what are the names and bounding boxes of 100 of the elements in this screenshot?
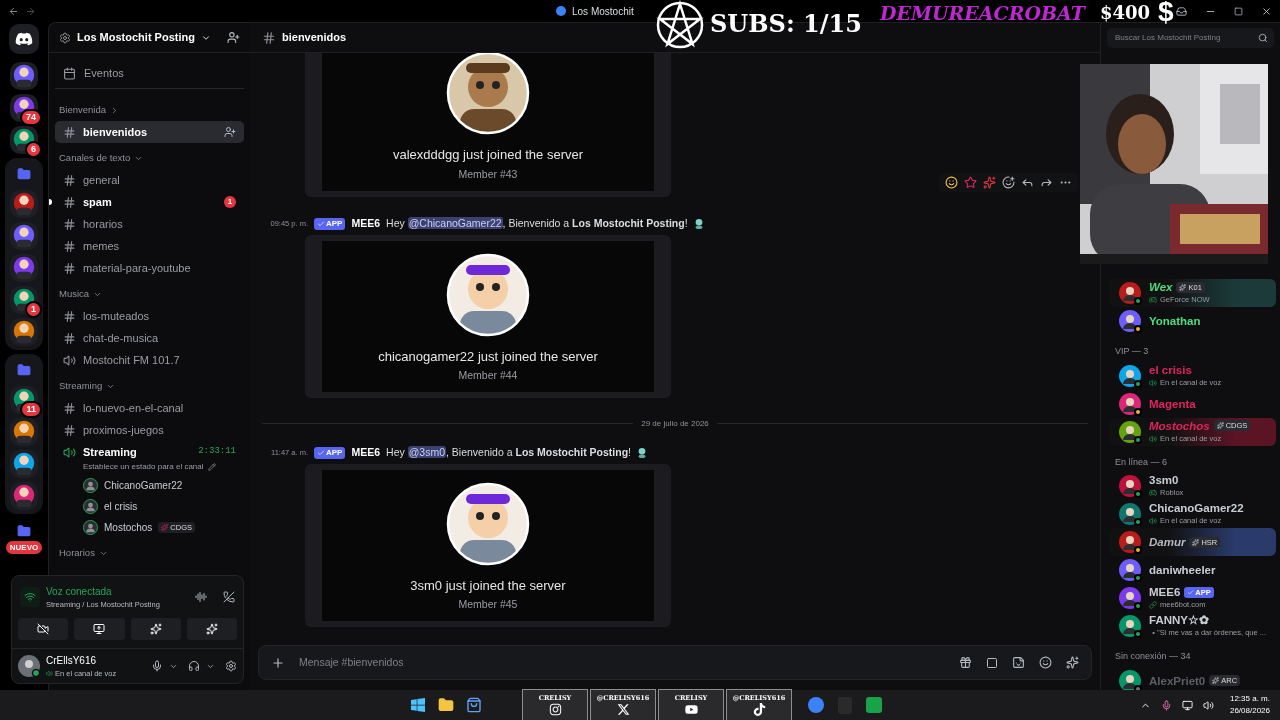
server-name[interactable]: Los Mostochit Posting — [77, 29, 195, 46]
disconnect-icon[interactable] — [223, 590, 235, 603]
channel-item[interactable]: chat-de-musica — [55, 327, 244, 349]
forward-icon[interactable] — [1040, 176, 1053, 189]
inbox-icon[interactable] — [1176, 5, 1187, 17]
server-icon[interactable] — [10, 418, 38, 446]
chevron-icon — [110, 105, 119, 115]
reply-icon[interactable] — [1021, 176, 1034, 189]
add-icon[interactable] — [271, 655, 285, 670]
channel-item[interactable]: memes — [55, 235, 244, 257]
channel-item[interactable]: lo-nuevo-en-el-canal — [55, 397, 244, 419]
back-icon[interactable] — [8, 5, 19, 17]
user-mention[interactable]: @ChicanoGamer22 — [407, 216, 503, 229]
emoji-icon[interactable] — [945, 176, 958, 189]
folder-icon[interactable] — [17, 167, 31, 181]
settings-icon[interactable] — [225, 660, 237, 672]
server-icon[interactable] — [10, 62, 38, 90]
folder-icon[interactable] — [17, 524, 31, 538]
avatar — [1119, 559, 1141, 581]
invite-icon[interactable] — [224, 126, 236, 138]
composer-bar[interactable]: Mensaje #bienvenidos — [258, 645, 1092, 680]
network-icon[interactable] — [1181, 699, 1193, 711]
clock-date[interactable]: 26/08/2026 — [1229, 705, 1270, 717]
category-header[interactable]: Bienvenida — [55, 99, 244, 121]
soundboard-button[interactable] — [186, 618, 237, 640]
star-icon[interactable] — [964, 176, 977, 189]
activities-button[interactable] — [130, 618, 181, 640]
file-explorer-icon[interactable] — [438, 697, 454, 713]
hash-icon — [63, 173, 76, 187]
camera-button[interactable] — [18, 618, 69, 640]
server-icon[interactable] — [10, 482, 38, 510]
voice-user[interactable]: ChicanoGamer22 — [55, 475, 244, 496]
user-mention[interactable]: @3sm0 — [407, 445, 446, 458]
maximize-icon[interactable] — [1234, 6, 1243, 16]
start-icon[interactable] — [410, 697, 426, 713]
noise-icon[interactable] — [195, 590, 207, 603]
server-folder[interactable]: 11 — [5, 354, 43, 514]
share-screen-button[interactable] — [74, 618, 125, 640]
member-item[interactable]: daniwheeler — [1109, 556, 1276, 584]
server-icon[interactable] — [10, 222, 38, 250]
voice-channel[interactable]: Streaming 2:33:11 Establece un estado para el canal — [55, 441, 244, 475]
microphone-icon[interactable] — [1160, 699, 1172, 711]
gift-icon[interactable] — [959, 656, 972, 669]
member-name: daniwheeler — [1149, 563, 1216, 577]
sparkle-icon — [1192, 538, 1200, 546]
subs-counter: SUBS: 1/15 — [710, 8, 862, 40]
avatar — [83, 478, 98, 493]
message-author[interactable]: MEE6 — [351, 444, 381, 461]
category-header[interactable]: Canales de texto — [55, 147, 244, 169]
channel-item[interactable]: bienvenidos — [55, 121, 244, 143]
voice-channel[interactable]: Mostochit FM 101.7 — [55, 349, 244, 371]
channel-item[interactable]: spam 1 — [55, 191, 244, 213]
channel-item[interactable]: material-para-youtube — [55, 257, 244, 279]
store-icon[interactable] — [466, 697, 482, 713]
channel-item[interactable]: general — [55, 169, 244, 191]
pencil-icon[interactable] — [207, 463, 216, 471]
sticker-icon[interactable] — [1012, 656, 1025, 669]
avatar — [1119, 392, 1141, 415]
social-icon — [752, 703, 766, 717]
channel-item[interactable]: horarios — [55, 213, 244, 235]
server-icon[interactable] — [10, 318, 38, 346]
server-icon[interactable] — [10, 190, 38, 218]
folder-icon[interactable] — [17, 363, 31, 377]
home-button[interactable] — [9, 24, 39, 54]
avatar — [1119, 587, 1141, 609]
voice-user[interactable]: el crisis — [55, 496, 244, 517]
clock-time[interactable]: 12:35 a. m. — [1229, 693, 1270, 705]
server-icon — [556, 6, 566, 16]
server-icon[interactable] — [10, 450, 38, 478]
search-field[interactable]: Buscar Los Mostochit Posting — [1115, 32, 1258, 44]
category-header[interactable]: Horarios — [55, 542, 244, 564]
close-icon[interactable] — [1261, 5, 1272, 17]
search-bar[interactable]: Buscar Los Mostochit Posting — [1107, 28, 1274, 48]
channel-item[interactable]: los-muteados — [55, 305, 244, 327]
message-author[interactable]: MEE6 — [351, 215, 381, 232]
avatar — [18, 655, 40, 677]
invite-icon[interactable] — [227, 31, 240, 44]
events-item[interactable]: Eventos — [55, 63, 244, 89]
add-reaction-icon[interactable] — [1002, 176, 1015, 189]
server-settings-icon[interactable] — [59, 31, 71, 44]
message-text: Hey @ChicanoGamer22, Bienvenido a Los Mostochit Posting! — [386, 215, 688, 231]
member-item[interactable]: Magenta — [1109, 389, 1276, 418]
headphones-icon[interactable] — [188, 660, 200, 672]
category-header[interactable]: Streaming — [55, 375, 244, 397]
server-icon[interactable] — [10, 254, 38, 282]
member-number: Member #44 — [458, 368, 518, 383]
member-item[interactable]: Yonathan — [1109, 307, 1276, 335]
browser-icon[interactable] — [808, 697, 824, 713]
emoji-icon[interactable] — [1039, 656, 1052, 669]
hash-icon — [63, 239, 76, 253]
sparkle-icon[interactable] — [983, 176, 996, 189]
date-divider: 29 de julio de 2026 — [641, 417, 709, 430]
server-folder[interactable]: 1 — [5, 158, 43, 350]
microphone-icon[interactable] — [151, 660, 163, 672]
volume-icon[interactable] — [1202, 699, 1214, 711]
category-header[interactable]: Musica — [55, 283, 244, 305]
message-input[interactable]: Mensaje #bienvenidos — [299, 654, 945, 671]
voice-status: Voz conectada — [46, 584, 113, 599]
apps-icon[interactable] — [1066, 656, 1079, 669]
channel-item[interactable]: proximos-juegos — [55, 419, 244, 441]
